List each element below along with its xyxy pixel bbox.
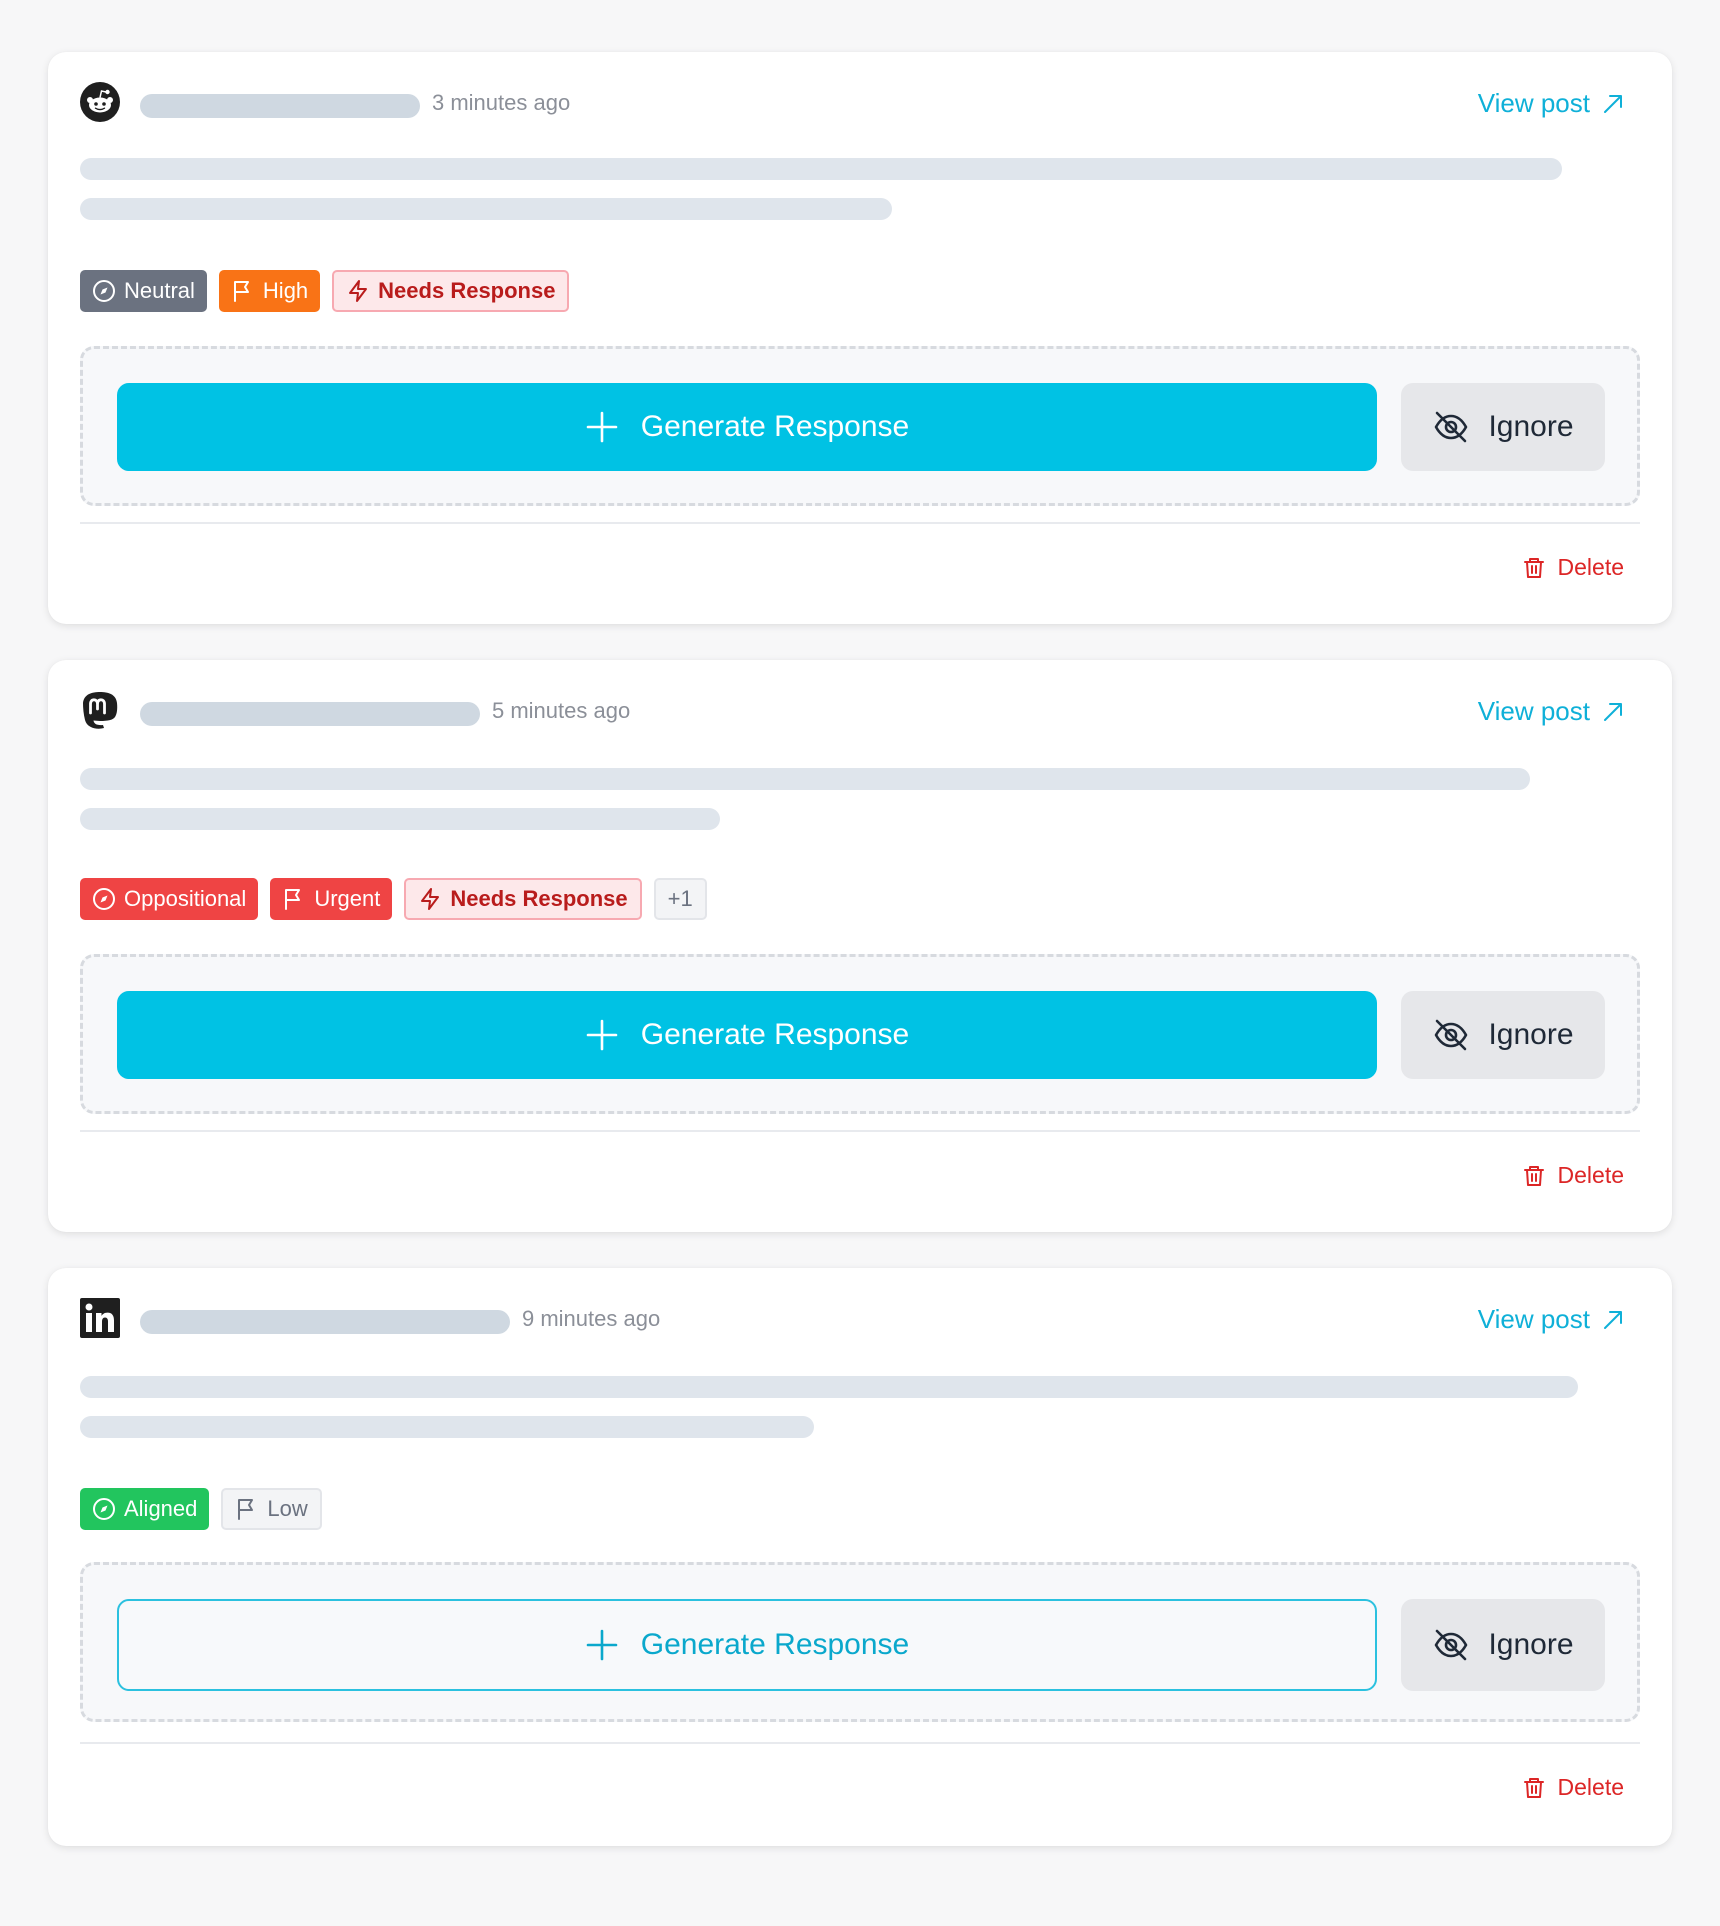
tag-list: Aligned Low [80, 1488, 322, 1530]
generate-response-label: Generate Response [640, 410, 910, 443]
lightning-icon [421, 888, 440, 910]
lightning-icon [349, 280, 368, 302]
delete-label: Delete [1557, 1162, 1624, 1188]
eye-off-icon [1435, 1629, 1468, 1661]
plus-icon [586, 1019, 618, 1051]
compass-icon [93, 1498, 115, 1520]
status-tag: Needs Response [332, 270, 570, 312]
priority-label: Low [267, 1496, 308, 1521]
stance-label: Neutral [124, 278, 195, 303]
arrow-up-right-icon [1604, 1310, 1622, 1329]
generate-response-label: Generate Response [640, 1018, 910, 1051]
flag-icon [233, 281, 249, 302]
author-placeholder [140, 1310, 510, 1334]
compass-icon [93, 888, 115, 910]
delete-label: Delete [1557, 1774, 1624, 1800]
content-placeholder-line [80, 1376, 1578, 1398]
delete-button[interactable]: Delete [1522, 1162, 1624, 1189]
content-placeholder-line [80, 808, 720, 830]
ignore-button[interactable]: Ignore [1401, 1599, 1605, 1691]
status-tag: Needs Response [404, 878, 642, 920]
author-placeholder [140, 702, 480, 726]
post-card: 9 minutes ago View post Aligned Low Gene… [48, 1268, 1672, 1846]
divider [80, 1742, 1640, 1744]
priority-label: Urgent [314, 886, 381, 911]
trash-icon [1523, 1777, 1544, 1798]
generate-response-button[interactable]: Generate Response [117, 383, 1377, 471]
eye-off-icon [1435, 1019, 1468, 1051]
flag-icon [285, 889, 301, 910]
flag-icon [238, 1499, 254, 1520]
plus-icon [586, 411, 618, 443]
arrow-up-right-icon [1604, 702, 1622, 721]
stance-tag: Aligned [80, 1488, 210, 1530]
response-action-area: Generate Response Ignore [80, 346, 1640, 506]
ignore-button[interactable]: Ignore [1401, 991, 1605, 1079]
response-action-area: Generate Response Ignore [80, 1562, 1640, 1722]
compass-icon [93, 280, 115, 302]
view-post-label: View post [1477, 696, 1590, 726]
generate-response-button[interactable]: Generate Response [117, 991, 1377, 1079]
ignore-button[interactable]: Ignore [1401, 383, 1605, 471]
status-label: Needs Response [450, 886, 628, 911]
delete-button[interactable]: Delete [1522, 554, 1624, 581]
arrow-up-right-icon [1604, 94, 1622, 113]
generate-response-label: Generate Response [640, 1628, 910, 1661]
trash-icon [1523, 1165, 1544, 1186]
content-placeholder-line [80, 1416, 814, 1438]
priority-tag: High [218, 270, 321, 312]
ignore-label: Ignore [1488, 1018, 1574, 1051]
view-post-link[interactable]: View post [1478, 1304, 1624, 1335]
timestamp: 9 minutes ago [522, 1306, 661, 1331]
status-label: Needs Response [378, 278, 556, 303]
mastodon-icon [83, 692, 118, 729]
stance-label: Aligned [124, 1496, 198, 1521]
post-card: 3 minutes ago View post Neutral High Nee… [48, 52, 1672, 624]
more-tags-label: +1 [667, 886, 693, 911]
tag-list: Oppositional Urgent Needs Response +1 [80, 878, 707, 920]
content-placeholder-line [80, 198, 892, 220]
content-placeholder-line [80, 158, 1562, 180]
view-post-link[interactable]: View post [1478, 696, 1624, 727]
eye-off-icon [1435, 411, 1468, 443]
ignore-label: Ignore [1488, 410, 1574, 443]
more-tags-badge[interactable]: +1 [653, 878, 707, 920]
stance-tag: Neutral [80, 270, 207, 312]
timestamp: 3 minutes ago [432, 90, 571, 115]
divider [80, 1130, 1640, 1132]
stance-tag: Oppositional [80, 878, 259, 920]
divider [80, 522, 1640, 524]
generate-response-button[interactable]: Generate Response [117, 1599, 1377, 1691]
response-action-area: Generate Response Ignore [80, 954, 1640, 1114]
content-placeholder-line [80, 768, 1530, 790]
view-post-link[interactable]: View post [1478, 88, 1624, 119]
timestamp: 5 minutes ago [492, 698, 631, 723]
delete-label: Delete [1557, 554, 1624, 580]
post-card: 5 minutes ago View post Oppositional Urg… [48, 660, 1672, 1232]
author-placeholder [140, 94, 420, 118]
stance-label: Oppositional [124, 886, 247, 911]
priority-tag: Low [221, 1488, 322, 1530]
view-post-label: View post [1477, 88, 1590, 118]
delete-button[interactable]: Delete [1522, 1774, 1624, 1801]
tag-list: Neutral High Needs Response [80, 270, 570, 312]
priority-tag: Urgent [270, 878, 393, 920]
priority-label: High [262, 278, 309, 303]
trash-icon [1523, 557, 1544, 578]
plus-icon [586, 1629, 618, 1661]
reddit-icon [80, 82, 120, 122]
linkedin-icon [80, 1298, 120, 1338]
view-post-label: View post [1477, 1304, 1590, 1334]
ignore-label: Ignore [1488, 1628, 1574, 1661]
